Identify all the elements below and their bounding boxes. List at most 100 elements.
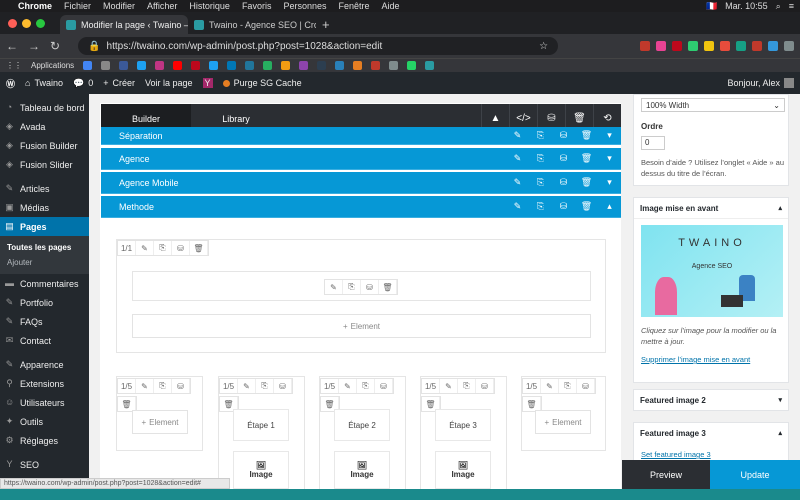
sidebar-item-articles[interactable]: ✎ Articles (0, 179, 89, 198)
column-size[interactable]: 1/5 (422, 379, 440, 393)
trash-icon[interactable]: 🗑 (190, 241, 208, 255)
trash-icon[interactable]: 🗑 (575, 177, 598, 188)
menu-historique[interactable]: Historique (189, 1, 230, 11)
save-icon[interactable]: ⛁ (552, 130, 575, 141)
menu-chrome[interactable]: Chrome (18, 1, 52, 11)
save-icon[interactable]: ⛁ (577, 379, 595, 393)
clone-icon[interactable]: ⎘ (256, 379, 274, 393)
reload-icon[interactable]: ↻ (50, 39, 60, 53)
text-element[interactable]: Étape 2 (334, 409, 390, 441)
edit-icon[interactable]: ✎ (440, 379, 458, 393)
edit-icon[interactable]: ✎ (136, 379, 154, 393)
add-element-button[interactable]: + Element (535, 410, 591, 434)
twitter-icon[interactable] (209, 61, 219, 70)
extension-icon[interactable] (720, 41, 730, 51)
container-bar[interactable]: Methode ✎ ⎘ ⛁ 🗑 ▴ (101, 196, 621, 218)
wordpress-icon[interactable] (245, 61, 255, 70)
extension-icon[interactable] (736, 41, 746, 51)
sidebar-item-contact[interactable]: ✉ Contact (0, 331, 89, 350)
text-element[interactable]: Étape 3 (435, 409, 491, 441)
star-icon[interactable]: ☆ (539, 41, 548, 52)
bookmark-icon[interactable] (389, 61, 399, 70)
sidebar-item-medias[interactable]: ▣ Médias (0, 198, 89, 217)
image-element[interactable]: 🖼 Image (334, 451, 390, 489)
save-icon[interactable]: ⛁ (274, 379, 292, 393)
text-element[interactable]: Étape 1 (233, 409, 289, 441)
clock[interactable]: Mar. 10:55 (725, 1, 768, 11)
preview-button[interactable]: Preview (622, 460, 710, 489)
edit-icon[interactable]: ✎ (238, 379, 256, 393)
edit-icon[interactable]: ✎ (506, 177, 529, 188)
edit-icon[interactable]: ✎ (506, 153, 529, 164)
sidebar-item-fusion-builder[interactable]: ◈ Fusion Builder (0, 136, 89, 155)
pinterest-icon[interactable] (672, 41, 682, 51)
update-button[interactable]: Update (710, 460, 800, 489)
sidebar-item-portfolio[interactable]: ✎ Portfolio (0, 293, 89, 312)
submenu-all-pages[interactable]: Toutes les pages (0, 240, 89, 255)
add-element-button[interactable]: + Element (132, 314, 591, 338)
clone-icon[interactable]: ⎘ (343, 280, 361, 294)
trash-icon[interactable]: 🗑 (379, 280, 397, 294)
menu-fichier[interactable]: Fichier (64, 1, 91, 11)
save-icon[interactable]: ⛁ (375, 379, 393, 393)
container-bar[interactable]: Agence Mobile ✎ ⎘ ⛁ 🗑 ▾ (101, 172, 621, 194)
extension-icon[interactable] (752, 41, 762, 51)
bookmark-icon[interactable] (317, 61, 327, 70)
trash-icon[interactable]: 🗑 (575, 130, 598, 141)
save-icon[interactable]: ⛁ (552, 153, 575, 164)
analytics-icon[interactable] (353, 61, 363, 70)
collapse-arrow-icon[interactable]: ▴ (778, 204, 782, 212)
minimize-window-button[interactable] (22, 19, 31, 28)
trash-icon[interactable]: 🗑 (575, 153, 598, 164)
expand-arrow-icon[interactable]: ▾ (778, 396, 782, 404)
flag-icon[interactable]: 🇫🇷 (706, 1, 717, 12)
google-icon[interactable] (83, 61, 93, 70)
sidebar-item-avada[interactable]: ◈ Avada (0, 117, 89, 136)
menu-fenetre[interactable]: Fenêtre (338, 1, 369, 11)
column-size[interactable]: 1/5 (523, 379, 541, 393)
sidebar-item-faqs[interactable]: ✎ FAQs (0, 312, 89, 331)
order-input[interactable]: 0 (641, 136, 665, 150)
sidebar-item-fusion-slider[interactable]: ◈ Fusion Slider (0, 155, 89, 174)
bookmark-icon[interactable] (263, 61, 273, 70)
menu-aide[interactable]: Aide (382, 1, 400, 11)
extension-icon[interactable] (768, 41, 778, 51)
save-icon[interactable]: ⛁ (552, 201, 575, 212)
account-menu[interactable]: Bonjour, Alex (727, 78, 794, 88)
new-tab-button[interactable]: + (322, 17, 330, 32)
menu-modifier[interactable]: Modifier (103, 1, 135, 11)
extension-icon[interactable] (656, 41, 666, 51)
clone-icon[interactable]: ⎘ (154, 379, 172, 393)
instagram-icon[interactable] (155, 61, 165, 70)
pinterest-icon[interactable] (191, 61, 201, 70)
trash-icon[interactable]: 🗑 (523, 397, 541, 411)
wordpress-logo-icon[interactable]: Ⓦ (6, 77, 15, 90)
image-element[interactable]: 🖼 Image (233, 451, 289, 489)
save-icon[interactable]: ⛁ (476, 379, 494, 393)
edit-icon[interactable]: ✎ (506, 130, 529, 141)
edit-icon[interactable]: ✎ (325, 280, 343, 294)
twaino-icon[interactable] (425, 61, 435, 70)
tab-twaino-site[interactable]: Twaino - Agence SEO | Croiss × (188, 15, 316, 34)
collapse-arrow-icon[interactable]: ▴ (778, 429, 782, 437)
back-arrow-icon[interactable]: ← (6, 39, 18, 53)
featured-image-thumbnail[interactable]: TWAINO Agence SEO (641, 225, 783, 317)
bookmark-icon[interactable] (371, 61, 381, 70)
purge-cache-link[interactable]: Purge SG Cache (222, 78, 302, 88)
linkedin-icon[interactable] (227, 61, 237, 70)
extension-icon[interactable] (704, 41, 714, 51)
submenu-add[interactable]: Ajouter (0, 255, 89, 270)
column-size[interactable]: 1/5 (220, 379, 238, 393)
forward-arrow-icon[interactable]: → (28, 39, 40, 53)
container-bar[interactable]: Séparation ✎ ⎘ ⛁ 🗑 ▾ (101, 127, 621, 145)
column-size[interactable]: 1/5 (118, 379, 136, 393)
menu-icon[interactable]: ≡ (789, 1, 794, 11)
save-icon[interactable]: ⛁ (361, 280, 379, 294)
clone-icon[interactable]: ⎘ (529, 201, 552, 212)
sidebar-item-extensions[interactable]: ⚲ Extensions (0, 374, 89, 393)
featured-image-3-header[interactable]: Featured image 3 ▴ (634, 423, 788, 443)
clone-icon[interactable]: ⎘ (559, 379, 577, 393)
featured-image-2-header[interactable]: Featured image 2 ▾ (634, 390, 788, 410)
column-size[interactable]: 1/5 (321, 379, 339, 393)
remove-featured-image-link[interactable]: Supprimer l’image mise en avant (641, 355, 750, 364)
